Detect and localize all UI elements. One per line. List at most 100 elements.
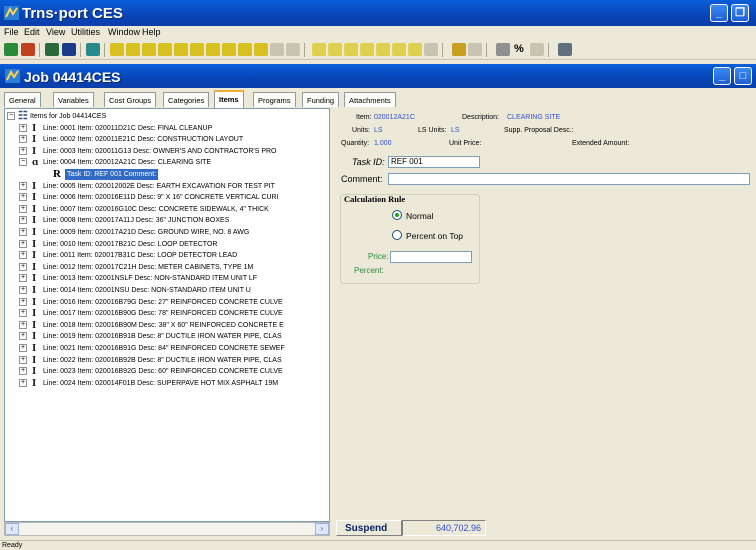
comment-label: Comment: bbox=[341, 174, 383, 184]
tab-items[interactable]: Items bbox=[214, 90, 244, 108]
restore-button[interactable]: ❐ bbox=[731, 4, 749, 22]
items-tree[interactable]: − ☷ Items for Job 04414CES + I Line: 0001 Ite… bbox=[4, 108, 330, 522]
expand-icon[interactable]: + bbox=[19, 146, 27, 155]
tool-1-icon[interactable] bbox=[110, 43, 124, 56]
expand-icon[interactable]: + bbox=[19, 286, 27, 294]
menu-view[interactable]: View bbox=[46, 27, 65, 37]
supp-proposal-label: Supp. Proposal Desc.: bbox=[504, 127, 574, 134]
expand-icon[interactable]: + bbox=[19, 193, 27, 202]
minimize-button[interactable]: _ bbox=[710, 4, 728, 22]
menu-edit[interactable]: Edit bbox=[24, 27, 40, 37]
tool-18-icon[interactable] bbox=[392, 43, 406, 56]
description-label: Description: bbox=[462, 114, 499, 121]
scroll-left-button[interactable]: ‹ bbox=[5, 523, 19, 535]
expand-icon[interactable]: + bbox=[19, 204, 27, 213]
tool-8-icon[interactable] bbox=[222, 43, 236, 56]
collapse-icon[interactable]: − bbox=[7, 112, 15, 120]
expand-icon[interactable]: + bbox=[19, 123, 27, 132]
percent-label: Percent: bbox=[354, 266, 384, 275]
expand-icon[interactable]: + bbox=[19, 135, 27, 144]
expand-icon[interactable]: + bbox=[19, 332, 27, 341]
expand-icon[interactable]: + bbox=[19, 309, 27, 318]
pencil-icon[interactable] bbox=[452, 43, 466, 56]
item-icon: I bbox=[32, 307, 37, 320]
tab-variables[interactable]: Variables bbox=[53, 92, 94, 107]
expand-icon[interactable]: + bbox=[19, 367, 27, 376]
comment-input[interactable] bbox=[388, 173, 750, 185]
item-icon: ɑ bbox=[32, 156, 39, 169]
unit-price-label: Unit Price: bbox=[449, 140, 482, 147]
calculator-icon[interactable] bbox=[558, 43, 572, 56]
tool-2-icon[interactable] bbox=[126, 43, 140, 56]
item-icon: I bbox=[32, 318, 37, 331]
item-icon: I bbox=[32, 260, 37, 273]
menu-utilities[interactable]: Utilities bbox=[71, 27, 100, 37]
job-minimize-button[interactable]: _ bbox=[713, 67, 731, 85]
tool-7-icon[interactable] bbox=[206, 43, 220, 56]
tool-16-icon[interactable] bbox=[360, 43, 374, 56]
expand-icon[interactable]: + bbox=[19, 355, 27, 364]
percent-icon[interactable]: % bbox=[514, 43, 528, 56]
tool-11-icon[interactable] bbox=[270, 43, 284, 56]
tool-6-icon[interactable] bbox=[190, 43, 204, 56]
expand-icon[interactable]: + bbox=[19, 251, 27, 260]
menu-window[interactable]: Window bbox=[108, 27, 140, 37]
radio-normal[interactable] bbox=[392, 210, 402, 220]
tool-13-icon[interactable] bbox=[312, 43, 326, 56]
menu-file[interactable]: File bbox=[4, 27, 19, 37]
tool-19-icon[interactable] bbox=[408, 43, 422, 56]
expand-icon[interactable]: + bbox=[19, 181, 27, 190]
expand-icon[interactable]: + bbox=[19, 378, 27, 387]
ls-units-value: LS bbox=[451, 127, 460, 134]
tree-row-label: Line: 0021 Item: 020016B91G Desc: 84" RE… bbox=[43, 345, 285, 352]
collapse-icon[interactable]: − bbox=[19, 158, 27, 167]
tool-5-icon[interactable] bbox=[174, 43, 188, 56]
job-maximize-button[interactable]: □ bbox=[734, 67, 752, 85]
check-icon[interactable] bbox=[530, 43, 544, 56]
tab-attachments[interactable]: Attachments bbox=[344, 92, 396, 107]
tab-general[interactable]: General bbox=[4, 92, 41, 107]
tool-9-icon[interactable] bbox=[238, 43, 252, 56]
tab-categories[interactable]: Categories bbox=[163, 92, 210, 107]
expand-icon[interactable]: + bbox=[19, 320, 27, 329]
grid-icon[interactable] bbox=[496, 43, 510, 56]
suspend-button[interactable]: Suspend bbox=[336, 520, 402, 536]
expand-icon[interactable]: + bbox=[19, 344, 27, 352]
edit-icon[interactable] bbox=[21, 43, 35, 56]
expand-icon[interactable]: + bbox=[19, 228, 27, 236]
menu-help[interactable]: Help bbox=[142, 27, 161, 37]
tool-10-icon[interactable] bbox=[254, 43, 268, 56]
expand-icon[interactable]: + bbox=[19, 239, 27, 248]
task-id-input[interactable]: REF 001 bbox=[388, 156, 480, 168]
tree-icon[interactable] bbox=[45, 43, 59, 56]
items-root-icon: ☷ bbox=[18, 110, 28, 122]
price-input[interactable] bbox=[390, 251, 472, 263]
pencil-disabled-icon[interactable] bbox=[468, 43, 482, 56]
tab-funding[interactable]: Funding bbox=[302, 92, 340, 107]
ls-units-label: LS Units: bbox=[418, 127, 447, 134]
expand-icon[interactable]: + bbox=[19, 262, 27, 271]
status-text: Ready bbox=[2, 542, 23, 549]
open-icon[interactable] bbox=[4, 43, 18, 56]
item-icon: I bbox=[32, 342, 37, 354]
refresh-icon[interactable] bbox=[86, 43, 100, 56]
tool-17-icon[interactable] bbox=[376, 43, 390, 56]
tree-horizontal-scrollbar[interactable]: ‹ › bbox=[4, 522, 330, 536]
tab-cost-groups[interactable]: Cost Groups bbox=[104, 92, 157, 107]
tab-programs[interactable]: Programs bbox=[253, 92, 296, 107]
save-icon[interactable] bbox=[62, 43, 76, 56]
tool-15-icon[interactable] bbox=[344, 43, 358, 56]
expand-icon[interactable]: + bbox=[19, 274, 27, 283]
tool-12-icon[interactable] bbox=[286, 43, 300, 56]
tool-4-icon[interactable] bbox=[158, 43, 172, 56]
expand-icon[interactable]: + bbox=[19, 297, 27, 306]
tool-14-icon[interactable] bbox=[328, 43, 342, 56]
description-value: CLEARING SITE bbox=[507, 114, 561, 121]
radio-percent-on-top[interactable] bbox=[392, 230, 402, 240]
tool-20-icon[interactable] bbox=[424, 43, 438, 56]
units-value: LS bbox=[374, 127, 383, 134]
expand-icon[interactable]: + bbox=[19, 216, 27, 225]
scroll-right-button[interactable]: › bbox=[315, 523, 329, 535]
tree-root-label: Items for Job 04414CES bbox=[30, 113, 107, 120]
tool-3-icon[interactable] bbox=[142, 43, 156, 56]
